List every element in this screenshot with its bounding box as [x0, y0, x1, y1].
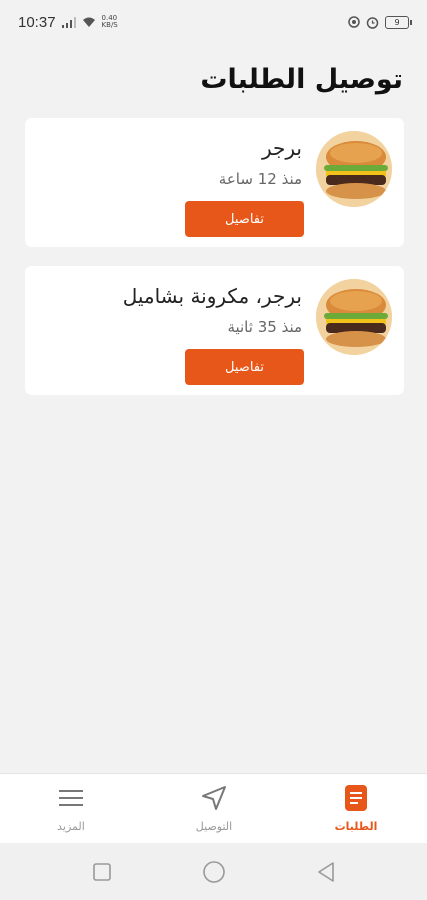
status-left: 10:37 0.40 KB/S [18, 14, 118, 31]
bottom-nav: الطلبات التوصيل المزيد [0, 773, 427, 844]
order-card[interactable]: برجر منذ 12 ساعة تفاصيل [25, 118, 404, 247]
battery-icon: 9 [385, 15, 412, 29]
home-button[interactable] [202, 860, 225, 883]
order-title: برجر [262, 136, 302, 160]
nav-label-delivery: التوصيل [195, 820, 233, 833]
square-icon [92, 862, 111, 881]
status-right: 9 [348, 15, 412, 29]
circle-icon [202, 860, 225, 883]
burger-image [316, 279, 392, 355]
signal-icon [61, 16, 76, 28]
burger-image [316, 131, 392, 207]
orders-icon [345, 784, 367, 812]
navigation-arrow-icon [201, 784, 227, 812]
network-speed: 0.40 KB/S [102, 15, 118, 29]
nav-item-delivery[interactable]: التوصيل [164, 774, 264, 844]
details-button[interactable]: تفاصيل [185, 201, 304, 237]
triangle-back-icon [317, 861, 334, 882]
page-title: توصيل الطلبات [200, 64, 403, 95]
alarm-icon [366, 16, 379, 29]
order-title: برجر، مكرونة بشاميل [122, 284, 302, 308]
nav-label-more: المزيد [57, 820, 85, 833]
menu-icon [59, 784, 83, 812]
order-card[interactable]: برجر، مكرونة بشاميل منذ 35 ثانية تفاصيل [25, 266, 404, 395]
status-bar: 10:37 0.40 KB/S 9 [0, 0, 427, 44]
wifi-icon [82, 17, 95, 27]
nav-item-more[interactable]: المزيد [21, 774, 121, 844]
nav-label-orders: الطلبات [334, 820, 378, 833]
order-time: منذ 12 ساعة [218, 170, 302, 188]
sync-icon [348, 16, 360, 28]
back-button[interactable] [317, 861, 335, 882]
details-button[interactable]: تفاصيل [185, 349, 304, 385]
nav-item-orders[interactable]: الطلبات [306, 774, 406, 844]
system-nav-bar [0, 843, 427, 900]
battery-level: 9 [394, 17, 400, 27]
status-time: 10:37 [18, 13, 56, 31]
network-speed-unit: KB/S [101, 21, 118, 29]
recents-button[interactable] [92, 862, 111, 881]
order-time: منذ 35 ثانية [227, 318, 302, 336]
